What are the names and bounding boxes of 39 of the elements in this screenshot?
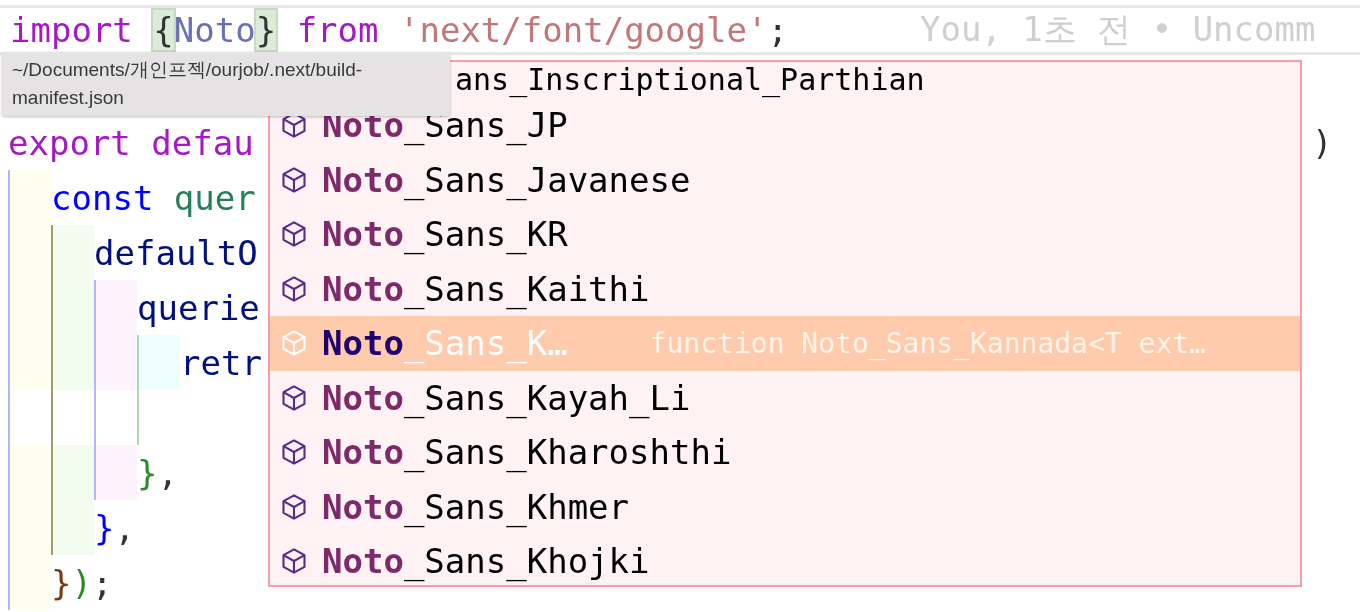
suggestion-item[interactable]: Noto_Sans_Khojki	[270, 534, 1300, 585]
path-tooltip: ~/Documents/개인프젝/ourjob/.next/build-manifest.json	[2, 52, 450, 116]
code-token: ,	[157, 452, 178, 493]
code-token: ;	[767, 10, 788, 50]
cube-icon	[280, 329, 308, 358]
code-token: querie	[137, 287, 260, 328]
code-token: const	[51, 177, 155, 218]
suggestion-item[interactable]: Noto_Sans_Kharoshthi	[270, 425, 1300, 480]
cube-icon	[280, 165, 308, 194]
cube-icon	[280, 492, 308, 521]
suggestion-item[interactable]: Noto_Sans_Javanese	[270, 152, 1300, 207]
code-token: }	[137, 452, 158, 493]
suggestion-item[interactable]: Noto_Sans_Kayah_Li	[270, 370, 1300, 425]
cube-icon	[280, 438, 308, 467]
code-token: defaultO	[94, 232, 258, 273]
code-token: import	[10, 10, 134, 50]
code-token: 'next/font/google'	[399, 10, 768, 50]
cube-icon	[280, 274, 308, 303]
code-token: ;	[91, 562, 113, 603]
suggestion-label: ans_Inscriptional_Parthian	[455, 63, 925, 97]
cube-icon	[280, 383, 308, 412]
code-token: )	[1312, 122, 1333, 163]
code-token: }	[255, 10, 277, 50]
code-token: {	[153, 10, 174, 50]
code-token: from	[295, 10, 380, 50]
suggestion-item[interactable]: Noto_Sans_Khmer	[270, 479, 1300, 534]
suggestion-item[interactable]: Noto_Sans_Kaithi	[270, 261, 1300, 316]
code-token: ,	[114, 507, 135, 548]
code-token: retr	[180, 342, 262, 383]
code-token: )	[71, 562, 92, 603]
code-token: quer	[173, 177, 256, 218]
cube-icon	[280, 547, 308, 576]
suggestion-item[interactable]: Noto_Sans_K… function Noto_Sans_Kannada<T ext…	[270, 316, 1300, 371]
suggestion-detail: function Noto_Sans_Kannada<T ext…	[649, 326, 1206, 360]
code-token: export defau	[8, 122, 254, 163]
code-token: }	[94, 507, 115, 548]
suggestion-item[interactable]: Noto_Sans_KR	[270, 207, 1300, 262]
cube-icon	[280, 220, 308, 249]
code-token: }	[51, 562, 72, 603]
